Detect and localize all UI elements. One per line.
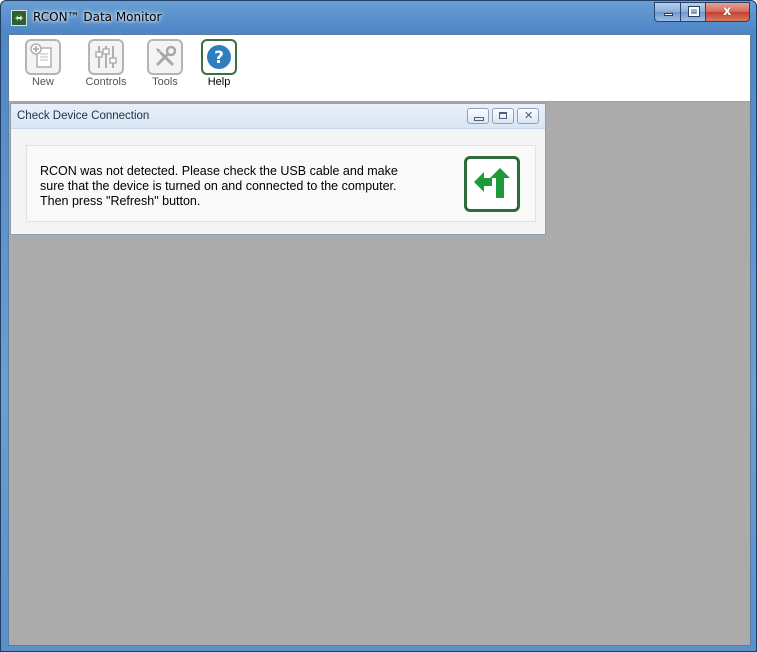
toolbar-controls-label: Controls xyxy=(85,76,127,88)
toolbar-tools-button[interactable]: Tools xyxy=(140,39,190,99)
maximize-button[interactable] xyxy=(680,2,706,22)
tools-icon xyxy=(147,39,183,75)
app-window: RCON™ Data Monitor x New Controls Tools … xyxy=(0,0,757,652)
app-icon[interactable] xyxy=(11,10,27,26)
minimize-button[interactable] xyxy=(654,2,681,22)
close-icon: ✕ xyxy=(524,109,534,122)
child-maximize-button[interactable] xyxy=(492,108,514,124)
sliders-icon xyxy=(88,39,124,75)
toolbar-help-label: Help xyxy=(207,76,231,88)
close-icon: x xyxy=(723,4,732,19)
svg-text:?: ? xyxy=(214,48,224,68)
mdi-workspace: Check Device Connection ✕ RCON was not d… xyxy=(9,102,750,645)
child-close-button[interactable]: ✕ xyxy=(517,108,539,124)
toolbar-new-label: New xyxy=(31,76,54,88)
toolbar-new-button[interactable]: New xyxy=(18,39,68,99)
new-document-icon xyxy=(25,39,61,75)
window-title: RCON™ Data Monitor xyxy=(33,10,162,24)
child-caption-buttons: ✕ xyxy=(464,108,539,124)
toolbar-help-button[interactable]: ? Help xyxy=(194,39,244,99)
minimize-icon xyxy=(474,117,484,121)
toolbar: New Controls Tools ? Help xyxy=(9,35,750,102)
connection-message: RCON was not detected. Please check the … xyxy=(40,164,398,208)
title-bar[interactable]: RCON™ Data Monitor x xyxy=(1,1,756,33)
refresh-icon xyxy=(474,168,510,198)
toolbar-tools-label: Tools xyxy=(152,76,178,88)
toolbar-controls-button[interactable]: Controls xyxy=(81,39,131,99)
child-window-title: Check Device Connection xyxy=(17,110,150,122)
minimize-icon xyxy=(664,13,673,16)
help-icon: ? xyxy=(201,39,237,75)
check-connection-window: Check Device Connection ✕ RCON was not d… xyxy=(10,103,546,235)
close-button[interactable]: x xyxy=(705,2,750,22)
client-area: New Controls Tools ? Help Check Device C… xyxy=(8,34,751,646)
message-panel: RCON was not detected. Please check the … xyxy=(26,145,536,222)
child-title-bar[interactable]: Check Device Connection ✕ xyxy=(11,104,545,129)
maximize-icon xyxy=(688,6,700,17)
restore-icon xyxy=(499,112,507,119)
child-minimize-button[interactable] xyxy=(467,108,489,124)
caption-buttons: x xyxy=(654,2,750,22)
refresh-button[interactable] xyxy=(464,156,520,212)
